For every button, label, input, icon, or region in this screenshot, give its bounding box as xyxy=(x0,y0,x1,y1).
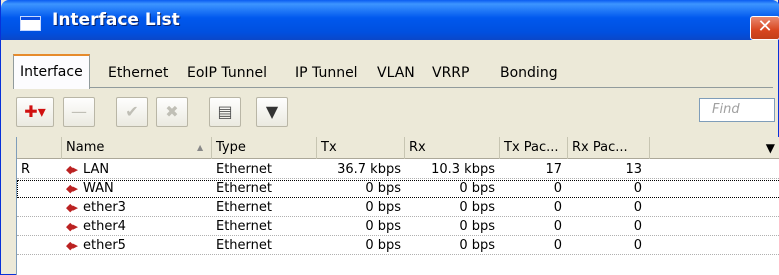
row-tx: 0 bps xyxy=(365,238,401,253)
row-name-text: WAN xyxy=(83,181,114,196)
toolbar: ✚▾ — ✔ ✖ ▤ ▼ Find xyxy=(16,95,776,129)
row-rx-packets: 13 xyxy=(625,162,642,177)
row-name: ◆▸ ether3 xyxy=(66,199,211,217)
table-row[interactable]: ◆▸ ether4 Ethernet 0 bps 0 bps 0 0 xyxy=(17,218,779,236)
row-name: ◆▸ LAN xyxy=(66,161,211,179)
comment-button[interactable]: ▤ xyxy=(209,97,241,127)
tab-bar: Interface Ethernet EoIP Tunnel IP Tunnel… xyxy=(13,54,773,89)
comment-icon: ▤ xyxy=(217,102,233,121)
row-name: ◆▸ ether4 xyxy=(66,218,211,236)
row-rx: 0 bps xyxy=(459,238,495,253)
close-button[interactable]: ✕ xyxy=(750,16,779,40)
tab-bonding[interactable]: Bonding xyxy=(493,58,565,88)
window-title: Interface List xyxy=(52,10,180,30)
row-type: Ethernet xyxy=(216,181,272,196)
row-name-text: LAN xyxy=(83,162,110,177)
row-rx: 0 bps xyxy=(459,181,495,196)
row-flag xyxy=(21,199,61,217)
remove-button[interactable]: — xyxy=(63,97,95,127)
table-row[interactable]: ◆▸ WAN Ethernet 0 bps 0 bps 0 0 xyxy=(17,180,779,198)
row-tx: 0 bps xyxy=(365,200,401,215)
interface-icon: ◆▸ xyxy=(66,182,78,195)
column-menu-icon[interactable]: ▼ xyxy=(650,137,779,159)
minus-icon: — xyxy=(71,102,87,121)
row-name-text: ether3 xyxy=(83,200,126,215)
row-name: ◆▸ WAN xyxy=(66,180,211,198)
tab-vlan[interactable]: VLAN xyxy=(370,58,422,88)
filter-button[interactable]: ▼ xyxy=(256,97,288,127)
row-rx-packets: 0 xyxy=(633,181,642,196)
tab-vrrp[interactable]: VRRP xyxy=(425,58,476,88)
interface-icon: ◆▸ xyxy=(66,163,78,176)
row-tx: 0 bps xyxy=(365,181,401,196)
row-type: Ethernet xyxy=(216,162,272,177)
table-row[interactable]: ◆▸ ether5 Ethernet 0 bps 0 bps 0 0 xyxy=(17,237,779,255)
col-type[interactable]: Type xyxy=(212,137,317,159)
table-row[interactable]: R ◆▸ LAN Ethernet 36.7 kbps 10.3 kbps 17 … xyxy=(17,161,779,179)
col-name-label: Name xyxy=(66,140,105,155)
tab-ethernet[interactable]: Ethernet xyxy=(101,58,175,88)
table-header: Name ▲ Type Tx Rx Tx Pac... Rx Pac... ▼ xyxy=(17,137,779,159)
check-icon: ✔ xyxy=(125,102,139,121)
row-flag xyxy=(21,237,61,255)
interface-list-window: Interface List ✕ Interface Ethernet EoIP… xyxy=(0,0,779,275)
filter-icon: ▼ xyxy=(265,102,279,121)
row-tx-packets: 0 xyxy=(553,181,562,196)
interface-icon: ◆▸ xyxy=(66,239,78,252)
row-rx: 0 bps xyxy=(459,200,495,215)
x-icon: ✖ xyxy=(165,102,179,121)
row-rx-packets: 0 xyxy=(633,238,642,253)
row-rx: 0 bps xyxy=(459,219,495,234)
col-tx[interactable]: Tx xyxy=(317,137,405,159)
row-rx: 10.3 kbps xyxy=(431,162,495,177)
row-flag xyxy=(21,218,61,236)
title-bar[interactable]: Interface List ✕ xyxy=(1,0,779,40)
row-flag xyxy=(21,180,61,198)
row-rx-packets: 0 xyxy=(633,200,642,215)
window-icon xyxy=(20,16,41,31)
find-input[interactable]: Find xyxy=(699,98,775,122)
row-tx: 0 bps xyxy=(365,219,401,234)
plus-icon: ✚▾ xyxy=(24,102,46,121)
enable-button[interactable]: ✔ xyxy=(116,97,148,127)
row-type: Ethernet xyxy=(216,219,272,234)
interface-table: Name ▲ Type Tx Rx Tx Pac... Rx Pac... ▼ … xyxy=(16,137,779,275)
row-name-text: ether4 xyxy=(83,219,126,234)
row-tx-packets: 0 xyxy=(553,238,562,253)
row-tx-packets: 17 xyxy=(545,162,562,177)
row-rx-packets: 0 xyxy=(633,219,642,234)
row-name: ◆▸ ether5 xyxy=(66,237,211,255)
row-type: Ethernet xyxy=(216,238,272,253)
tab-ip-tunnel[interactable]: IP Tunnel xyxy=(288,58,365,88)
row-name-text: ether5 xyxy=(83,238,126,253)
row-tx: 36.7 kbps xyxy=(337,162,401,177)
col-flag[interactable] xyxy=(17,137,62,159)
row-flag: R xyxy=(21,162,31,177)
tab-interface[interactable]: Interface xyxy=(13,54,90,89)
disable-button[interactable]: ✖ xyxy=(156,97,188,127)
interface-icon: ◆▸ xyxy=(66,201,78,214)
col-rx[interactable]: Rx xyxy=(405,137,500,159)
col-rx-packets[interactable]: Rx Pac... xyxy=(568,137,650,159)
col-tx-packets[interactable]: Tx Pac... xyxy=(500,137,568,159)
tab-eoip-tunnel[interactable]: EoIP Tunnel xyxy=(180,58,274,88)
interface-icon: ◆▸ xyxy=(66,220,78,233)
sort-asc-icon: ▲ xyxy=(197,143,204,152)
row-tx-packets: 0 xyxy=(553,219,562,234)
add-button[interactable]: ✚▾ xyxy=(16,97,54,127)
col-name[interactable]: Name ▲ xyxy=(62,137,212,159)
row-tx-packets: 0 xyxy=(553,200,562,215)
row-type: Ethernet xyxy=(216,200,272,215)
table-row[interactable]: ◆▸ ether3 Ethernet 0 bps 0 bps 0 0 xyxy=(17,199,779,217)
